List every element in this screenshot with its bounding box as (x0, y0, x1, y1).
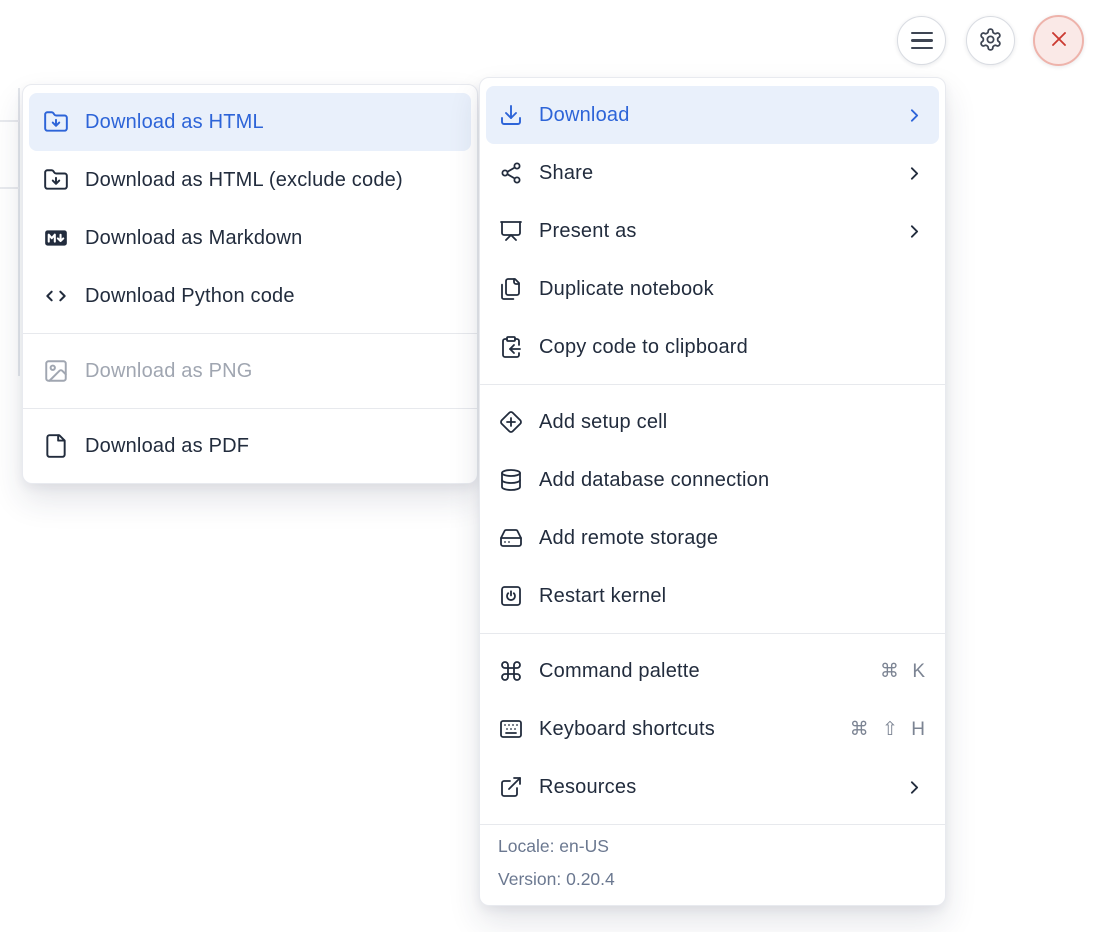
menu-item-label: Download as PNG (85, 360, 457, 383)
menu-item-command-palette[interactable]: Command palette ⌘ K (486, 642, 939, 700)
gear-icon (978, 27, 1003, 55)
menu-item-keyboard-shortcuts[interactable]: Keyboard shortcuts ⌘ ⇧ H (486, 700, 939, 758)
download-icon (499, 103, 523, 127)
menu-item-present-as[interactable]: Present as (486, 202, 939, 260)
menu-item-label: Download as HTML (85, 111, 457, 134)
menu-item-label: Download as HTML (exclude code) (85, 169, 457, 192)
version-text: Version: 0.20.4 (498, 863, 927, 896)
menu-item-label: Download as Markdown (85, 227, 457, 250)
menu-item-label: Command palette (539, 660, 880, 683)
menu-item-add-database-connection[interactable]: Add database connection (486, 451, 939, 509)
shortcut-hint: ⌘ ⇧ H (850, 718, 925, 741)
menu-item-download-as-markdown[interactable]: Download as Markdown (29, 209, 471, 267)
clipboard-copy-icon (499, 335, 523, 359)
menu-footer: Locale: en-US Version: 0.20.4 (480, 825, 945, 905)
menu-item-label: Add remote storage (539, 527, 925, 550)
notebook-menu: Download Share Present as (479, 77, 946, 906)
chevron-right-icon (904, 163, 925, 184)
download-submenu: Download as HTML Download as HTML (exclu… (22, 84, 478, 484)
folder-download-icon (43, 109, 69, 135)
menu-item-label: Download Python code (85, 285, 457, 308)
folder-download-icon (43, 167, 69, 193)
menu-item-label: Add setup cell (539, 411, 925, 434)
menu-item-label: Keyboard shortcuts (539, 718, 850, 741)
presentation-icon (499, 219, 523, 243)
menu-item-label: Restart kernel (539, 585, 925, 608)
background-cell-border (0, 187, 19, 189)
close-x-icon (1047, 27, 1071, 54)
external-link-icon (499, 775, 523, 799)
menu-item-download[interactable]: Download (486, 86, 939, 144)
locale-text: Locale: en-US (498, 830, 927, 863)
hamburger-menu-icon (911, 32, 933, 50)
settings-button[interactable] (966, 16, 1015, 65)
share-icon (499, 161, 523, 185)
file-icon (43, 433, 69, 459)
chevron-right-icon (904, 105, 925, 126)
chevron-right-icon (904, 777, 925, 798)
duplicate-files-icon (499, 277, 523, 301)
markdown-download-icon (43, 225, 69, 251)
power-square-icon (499, 584, 523, 608)
image-icon (43, 358, 69, 384)
diamond-plus-icon (499, 410, 523, 434)
menu-item-label: Share (539, 162, 904, 185)
keyboard-icon (499, 717, 523, 741)
database-icon (499, 468, 523, 492)
menu-item-restart-kernel[interactable]: Restart kernel (486, 567, 939, 625)
menu-item-label: Present as (539, 220, 904, 243)
menu-item-duplicate-notebook[interactable]: Duplicate notebook (486, 260, 939, 318)
shortcut-hint: ⌘ K (880, 660, 925, 683)
menu-item-download-python-code[interactable]: Download Python code (29, 267, 471, 325)
menu-item-label: Resources (539, 776, 904, 799)
menu-item-add-setup-cell[interactable]: Add setup cell (486, 393, 939, 451)
menu-item-label: Download as PDF (85, 435, 457, 458)
menu-item-label: Duplicate notebook (539, 278, 925, 301)
chevron-right-icon (904, 221, 925, 242)
menu-item-label: Copy code to clipboard (539, 336, 925, 359)
background-cell-border (0, 120, 19, 122)
close-app-button[interactable] (1033, 15, 1084, 66)
menu-item-resources[interactable]: Resources (486, 758, 939, 816)
menu-item-label: Download (539, 104, 904, 127)
menu-item-download-as-html[interactable]: Download as HTML (29, 93, 471, 151)
menu-item-download-as-png: Download as PNG (29, 342, 471, 400)
menu-item-download-as-pdf[interactable]: Download as PDF (29, 417, 471, 475)
menu-item-copy-code-to-clipboard[interactable]: Copy code to clipboard (486, 318, 939, 376)
command-icon (499, 659, 523, 683)
menu-item-label: Add database connection (539, 469, 925, 492)
menu-item-download-as-html-exclude-code[interactable]: Download as HTML (exclude code) (29, 151, 471, 209)
notebook-menu-button[interactable] (897, 16, 946, 65)
menu-item-share[interactable]: Share (486, 144, 939, 202)
background-cell-border (18, 88, 20, 376)
menu-item-add-remote-storage[interactable]: Add remote storage (486, 509, 939, 567)
code-icon (43, 283, 69, 309)
hard-drive-icon (499, 526, 523, 550)
